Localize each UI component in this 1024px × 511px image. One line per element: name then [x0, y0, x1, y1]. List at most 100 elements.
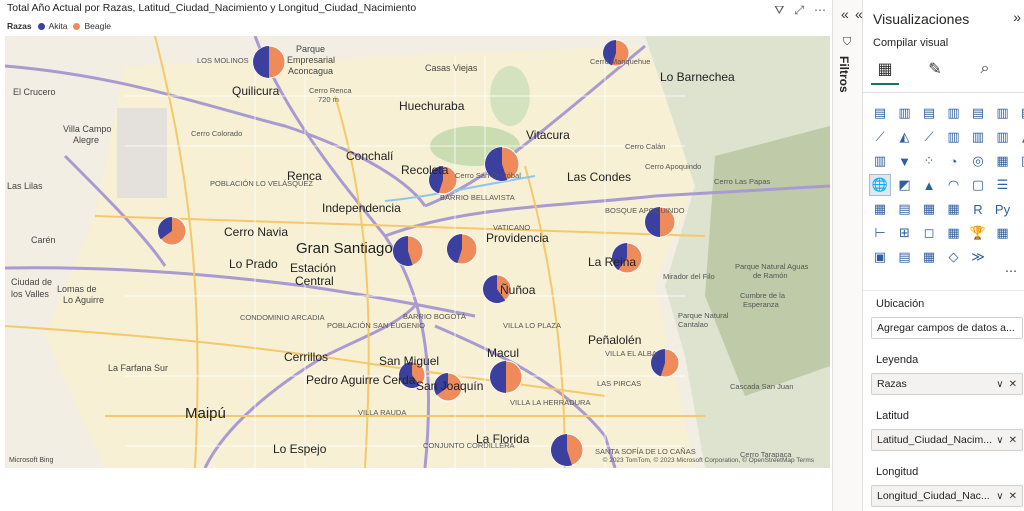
remove-field-icon[interactable]: ✕	[1009, 379, 1017, 390]
visual-type-icon[interactable]: ▥	[968, 127, 988, 147]
visual-type-icon[interactable]: Py	[993, 199, 1013, 219]
legend-item-beagle[interactable]: Beagle	[84, 21, 110, 31]
visual-type-icon[interactable]: ▤	[968, 103, 988, 123]
visual-type-icon[interactable]: ▤	[870, 103, 890, 123]
visual-type-icon	[1017, 247, 1024, 267]
visual-type-icon[interactable]: ⁘	[919, 151, 939, 171]
pie-marker[interactable]	[157, 216, 187, 246]
visual-type-icon[interactable]: ◭	[895, 127, 915, 147]
visual-type-icon[interactable]: ▤	[919, 103, 939, 123]
map-visual-icon[interactable]: 🌐	[869, 174, 891, 196]
visual-type-icon[interactable]: ◭	[1017, 127, 1024, 147]
visual-type-icon[interactable]: ◠	[944, 175, 964, 195]
legend-title: Razas	[7, 21, 32, 31]
filters-pane-collapsed[interactable]: « ⛉ Filtros	[832, 0, 863, 511]
visual-type-icon[interactable]: ▦	[944, 199, 964, 219]
format-visual-tab[interactable]: ✎	[921, 55, 949, 83]
longitude-well-label: Longitud	[876, 466, 919, 478]
legend-field-name: Razas	[877, 378, 907, 390]
visual-type-icon[interactable]: ▣	[870, 247, 890, 267]
visual-type-icon[interactable]: ◎	[968, 151, 988, 171]
pie-marker[interactable]	[602, 39, 630, 67]
visual-type-icon[interactable]: ▦	[993, 151, 1013, 171]
latitude-field-pill[interactable]: Latitud_Ciudad_Nacim... ∨ ✕	[871, 429, 1023, 451]
visual-type-icon[interactable]: ◔	[944, 151, 964, 171]
chevron-down-icon[interactable]: ∨	[996, 435, 1003, 446]
visual-type-icon[interactable]: ▦	[919, 247, 939, 267]
visual-type-icon[interactable]: ⊢	[870, 223, 890, 243]
visual-type-icon[interactable]: ▥	[895, 103, 915, 123]
pie-marker[interactable]	[252, 45, 286, 79]
pie-marker[interactable]	[550, 433, 584, 467]
latitude-well-label: Latitud	[876, 410, 910, 422]
visual-type-icon[interactable]: ◇	[944, 247, 964, 267]
legend: Razas Akita Beagle	[7, 21, 111, 31]
visual-type-icon[interactable]: ▥	[993, 103, 1013, 123]
pie-marker[interactable]	[644, 206, 676, 238]
pie-marker[interactable]	[446, 233, 478, 265]
divider	[863, 290, 1024, 291]
visual-type-icon[interactable]: ▢	[968, 175, 988, 195]
visual-type-icon[interactable]: ▥	[944, 127, 964, 147]
pie-marker[interactable]	[482, 274, 512, 304]
filter-icon[interactable]: ⛛	[774, 3, 784, 18]
pie-marker[interactable]	[428, 165, 458, 195]
more-visuals-icon[interactable]: ⋯	[1005, 264, 1017, 278]
pie-marker[interactable]	[611, 242, 643, 274]
visual-type-icon[interactable]: ▦	[993, 223, 1013, 243]
visual-type-icon[interactable]: ▤	[1017, 103, 1024, 123]
visual-type-icon[interactable]: R	[968, 199, 988, 219]
more-options-icon[interactable]: ⋯	[814, 3, 826, 18]
visual-type-icon[interactable]: ⊞	[895, 223, 915, 243]
expand-visualizations-icon[interactable]: »	[1013, 9, 1021, 25]
visual-type-icon[interactable]: ☰	[993, 175, 1013, 195]
visual-type-icon[interactable]: ▤	[895, 247, 915, 267]
visual-type-icon[interactable]: ≫	[968, 247, 988, 267]
visual-title: Total Año Actual por Razas, Latitud_Ciud…	[7, 2, 417, 14]
visual-type-icon[interactable]: ▦	[919, 199, 939, 219]
chevron-down-icon[interactable]: ∨	[996, 379, 1003, 390]
filters-label[interactable]: Filtros	[837, 56, 851, 93]
visual-type-icon[interactable]: 🏆	[968, 223, 988, 243]
longitude-field-name: Longitud_Ciudad_Nac...	[877, 490, 990, 502]
visual-type-icon[interactable]: ⟋	[870, 127, 890, 147]
legend-field-pill[interactable]: Razas ∨ ✕	[871, 373, 1023, 395]
pie-marker[interactable]	[650, 348, 680, 378]
map-attribution[interactable]: © 2023 TomTom, © 2023 Microsoft Corporat…	[603, 457, 814, 464]
visual-type-icon[interactable]: ▦	[944, 223, 964, 243]
legend-item-akita[interactable]: Akita	[49, 21, 68, 31]
remove-field-icon[interactable]: ✕	[1009, 435, 1017, 446]
visual-type-icon[interactable]: ▣	[1017, 151, 1024, 171]
collapse-filters-icon[interactable]: «	[841, 6, 849, 22]
map-canvas[interactable]: Gran Santiago Quilicura Parque Empresarial A…	[5, 36, 830, 468]
focus-mode-icon[interactable]: ⤢	[794, 3, 804, 18]
visual-type-icon[interactable]: ▥	[944, 103, 964, 123]
pie-marker[interactable]	[484, 146, 520, 182]
latitude-field-name: Latitud_Ciudad_Nacim...	[877, 434, 992, 446]
pie-marker[interactable]	[398, 361, 426, 389]
visual-type-icon[interactable]: ▦	[870, 199, 890, 219]
bing-logo: Microsoft Bing	[9, 457, 54, 464]
build-visual-tab[interactable]: ▦	[871, 55, 899, 85]
visual-type-icon[interactable]: ▲	[919, 175, 939, 195]
pie-marker[interactable]	[392, 235, 424, 267]
map-basemap	[5, 36, 830, 468]
visual-type-icon[interactable]: ▥	[993, 127, 1013, 147]
build-tabs: ▦ ✎ ⌕	[871, 55, 999, 85]
pie-marker[interactable]	[489, 360, 523, 394]
visual-type-icon[interactable]: ⟋	[919, 127, 939, 147]
visual-type-icon[interactable]: ◻	[919, 223, 939, 243]
remove-field-icon[interactable]: ✕	[1009, 491, 1017, 502]
location-well[interactable]: Agregar campos de datos a...	[871, 317, 1023, 339]
visual-type-icon[interactable]: ▥	[870, 151, 890, 171]
collapse-visualizations-icon[interactable]: «	[855, 6, 863, 22]
filters-funnel-icon: ⛉	[843, 36, 852, 48]
analytics-tab[interactable]: ⌕	[971, 55, 999, 83]
visual-type-icon[interactable]: ◩	[895, 175, 915, 195]
chevron-down-icon[interactable]: ∨	[996, 491, 1003, 502]
visual-type-icon[interactable]: ▤	[895, 199, 915, 219]
visual-type-icon[interactable]: ▼	[895, 151, 915, 171]
longitude-field-pill[interactable]: Longitud_Ciudad_Nac... ∨ ✕	[871, 485, 1023, 507]
pie-marker[interactable]	[433, 372, 463, 402]
location-well-label: Ubicación	[876, 298, 925, 310]
